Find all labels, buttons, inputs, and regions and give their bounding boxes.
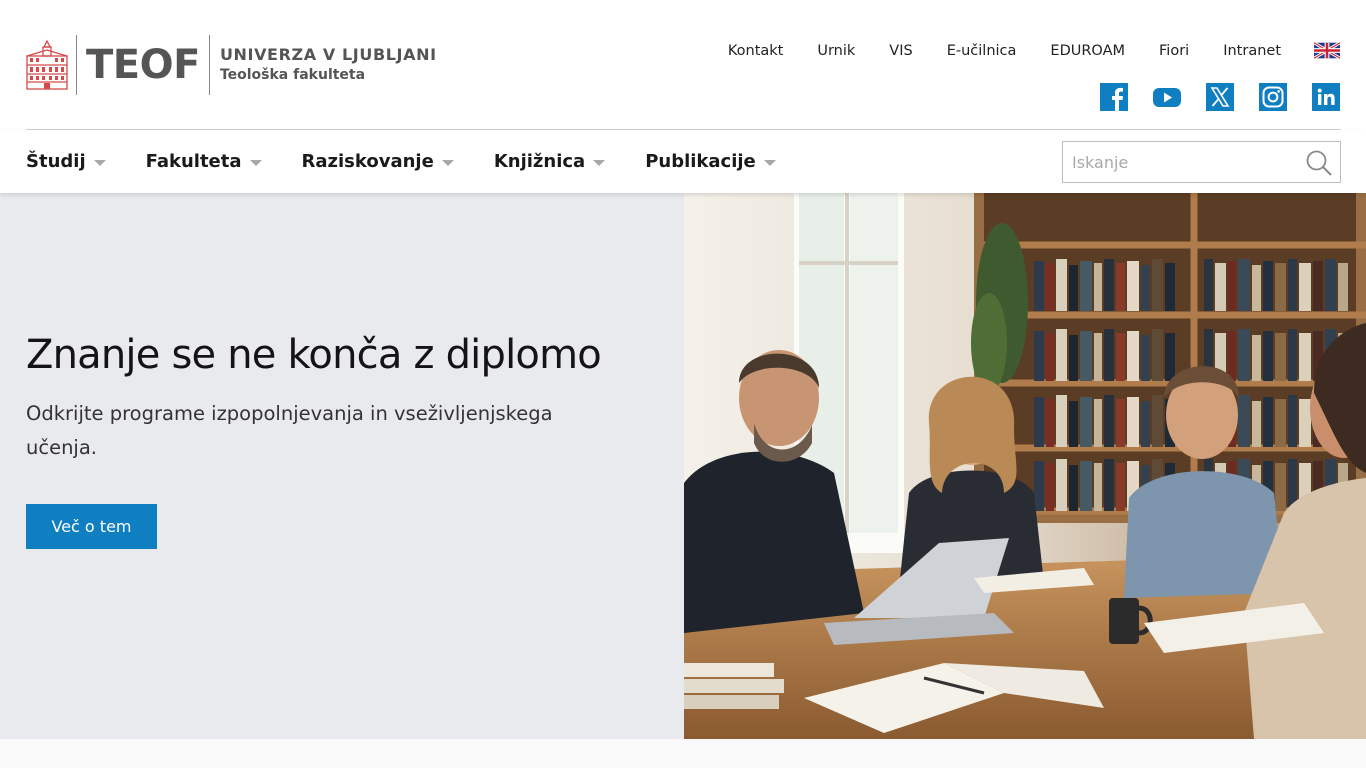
x-twitter-icon[interactable] [1206,83,1234,111]
faculty-name: Teološka fakulteta [219,67,366,83]
nav-item-label: Publikacije [645,151,756,172]
chevron-down-icon [593,159,606,166]
logo-divider [76,35,77,95]
nav-item-studij[interactable]: Študij [26,151,106,172]
nav-item-publikacije[interactable]: Publikacije [645,151,776,172]
util-link-urnik[interactable]: Urnik [817,43,855,59]
nav-item-raziskovanje[interactable]: Raziskovanje [302,151,454,172]
next-section-edge [0,739,1366,768]
university-name: UNIVERZA V LJUBLJANI [219,45,437,64]
linkedin-icon[interactable] [1312,83,1340,111]
top-header: TEOF UNIVERZA V LJUBLJANI Teološka fakul… [0,0,1366,130]
nav-item-label: Raziskovanje [301,151,434,172]
facebook-icon[interactable] [1100,83,1128,111]
nav-item-knjiznica[interactable]: Knjižnica [493,151,606,172]
hero-title: Znanje se ne konča z diplomo [26,332,602,378]
hero-banner: Znanje se ne konča z diplomo Odkrijte pr… [0,193,1366,739]
chevron-down-icon [93,159,106,166]
youtube-icon[interactable] [1153,83,1181,111]
util-link-e-ucilnica[interactable]: E-učilnica [947,43,1017,59]
logo-texts: UNIVERZA V LJUBLJANI Teološka fakulteta [220,45,437,85]
logo[interactable]: TEOF UNIVERZA V LJUBLJANI Teološka fakul… [26,34,437,96]
faculty-building-icon [26,39,68,90]
main-nav-list: Študij Fakulteta Raziskovanje Knjižnica … [26,130,816,193]
hero-content: Znanje se ne konča z diplomo Odkrijte pr… [0,193,684,739]
util-link-eduroam[interactable]: EDUROAM [1050,43,1125,59]
nav-item-label: Fakulteta [145,151,242,172]
chevron-down-icon [249,159,262,166]
social-links [1100,83,1340,111]
util-link-vis[interactable]: VIS [889,43,912,59]
nav-item-fakulteta[interactable]: Fakulteta [146,151,262,172]
utility-nav: Kontakt Urnik VIS E-učilnica EDUROAM Fio… [728,42,1340,59]
main-nav: Študij Fakulteta Raziskovanje Knjižnica … [0,130,1366,193]
util-link-fiori[interactable]: Fiori [1159,43,1189,59]
chevron-down-icon [441,159,454,166]
chevron-down-icon [763,159,776,166]
learn-more-button[interactable]: Več o tem [26,504,157,549]
nav-item-label: Študij [26,151,86,172]
instagram-icon[interactable] [1259,83,1287,111]
hero-photo-people-at-table [684,193,1366,739]
util-link-kontakt[interactable]: Kontakt [728,43,784,59]
uk-flag-icon[interactable] [1314,42,1340,59]
search-input[interactable] [1063,142,1303,182]
logo-divider [208,35,210,95]
logo-short-name: TEOF [86,42,200,88]
hero-description: Odkrijte programe izpopolnjevanja in vse… [26,402,553,459]
util-link-intranet[interactable]: Intranet [1223,43,1281,59]
search-icon[interactable] [1304,148,1334,178]
search-box [1062,141,1341,183]
nav-item-label: Knjižnica [493,151,586,172]
